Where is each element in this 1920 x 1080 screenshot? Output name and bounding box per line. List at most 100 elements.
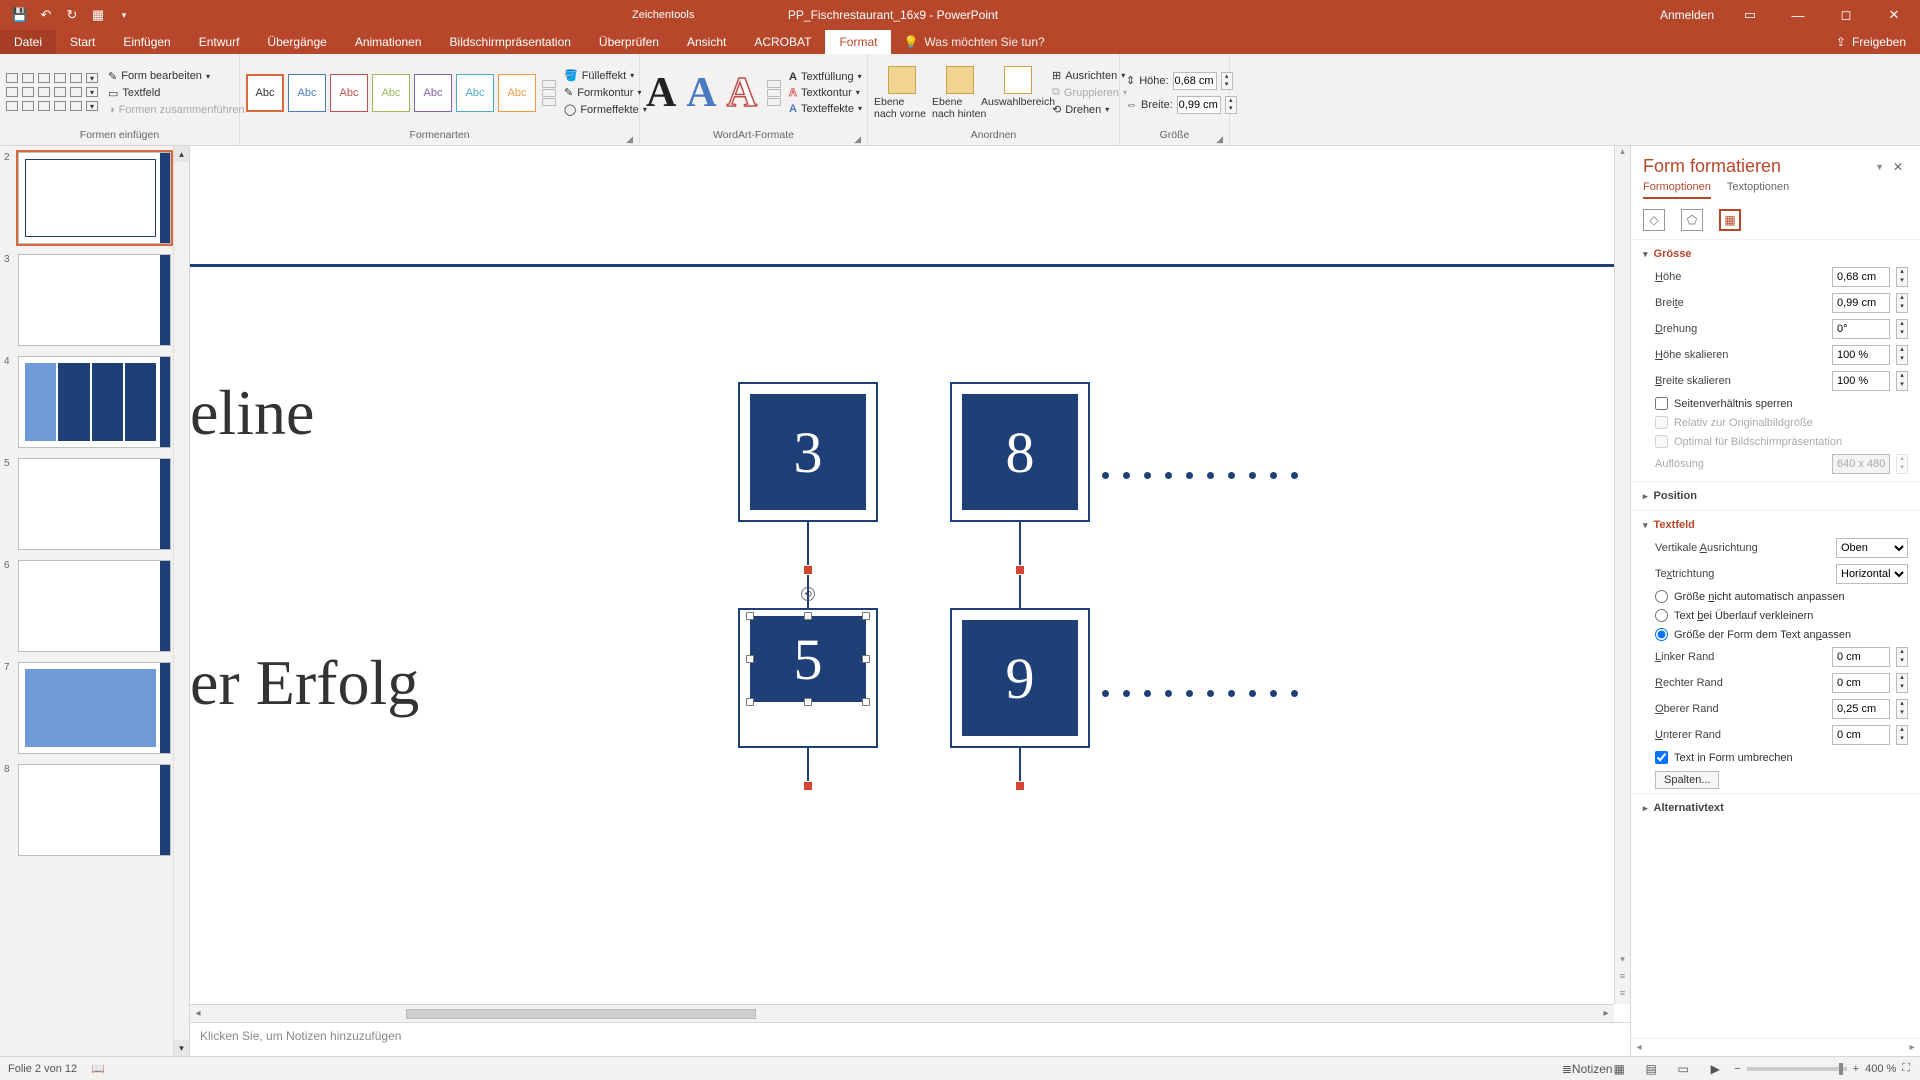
minimize-icon[interactable]: —	[1776, 0, 1820, 30]
spinner[interactable]: ▴▾	[1896, 699, 1908, 719]
text-direction-select[interactable]: Horizontal	[1836, 564, 1908, 584]
text-effects-button[interactable]: ATexteffekte▾	[789, 103, 862, 115]
effects-icon[interactable]: ⬠	[1681, 209, 1703, 231]
zoom-level[interactable]: 400 %	[1865, 1063, 1896, 1075]
textbox-button[interactable]: ▭Textfeld	[108, 87, 253, 100]
selection-handle[interactable]	[746, 698, 754, 706]
autofit-shrink-radio[interactable]	[1655, 609, 1668, 622]
width-input[interactable]	[1177, 96, 1221, 114]
shape-style-gallery[interactable]: Abc Abc Abc Abc Abc Abc Abc	[246, 74, 556, 112]
align-button[interactable]: ⊞Ausrichten▾	[1052, 69, 1127, 82]
section-textbox[interactable]: ▾Textfeld	[1643, 515, 1908, 535]
text-outline-button[interactable]: ATextkontur▾	[789, 87, 862, 99]
thumbnail-2[interactable]: 2	[4, 152, 171, 244]
spellcheck-icon[interactable]: 📖	[91, 1062, 105, 1075]
tell-me[interactable]: 💡 Was möchten Sie tun?	[891, 30, 1044, 54]
qat-customize-icon[interactable]: ▾	[112, 3, 136, 27]
shape-box-5-selected[interactable]: 5	[750, 616, 866, 702]
fill-line-icon[interactable]: ◇	[1643, 209, 1665, 231]
pane-rotation-input[interactable]	[1832, 319, 1890, 339]
margin-top-input[interactable]	[1832, 699, 1890, 719]
connector-handle[interactable]	[803, 565, 813, 575]
undo-icon[interactable]: ↶	[34, 3, 58, 27]
sorter-view-icon[interactable]: ▤	[1638, 1059, 1664, 1079]
edit-shape-button[interactable]: ✎Form bearbeiten▾	[108, 70, 253, 83]
tab-transitions[interactable]: Übergänge	[253, 30, 340, 54]
rotate-button[interactable]: ⟲Drehen▾	[1052, 103, 1127, 116]
thumbnail-5[interactable]: 5	[4, 458, 171, 550]
vertical-scrollbar[interactable]: ▴ ▾ ≡ ≡	[1614, 146, 1630, 1004]
height-control[interactable]: ⇕ Höhe: ▴▾	[1126, 72, 1237, 90]
columns-button[interactable]: Spalten...	[1655, 771, 1719, 789]
slide-canvas[interactable]: eline er Erfolg 3 8 5 ⟲	[190, 146, 1630, 1022]
thumbnail-8[interactable]: 8	[4, 764, 171, 856]
spinner[interactable]: ▴▾	[1896, 725, 1908, 745]
autofit-resize-radio[interactable]	[1655, 628, 1668, 641]
margin-left-input[interactable]	[1832, 647, 1890, 667]
dialog-launcher-icon[interactable]: ◢	[1216, 134, 1223, 145]
group-button[interactable]: ⧉Gruppieren▾	[1052, 86, 1127, 99]
tab-slideshow[interactable]: Bildschirmpräsentation	[436, 30, 585, 54]
size-properties-icon[interactable]: ▦	[1719, 209, 1741, 231]
zoom-slider[interactable]	[1747, 1067, 1847, 1071]
wrap-text-checkbox[interactable]	[1655, 751, 1668, 764]
pane-width-input[interactable]	[1832, 293, 1890, 313]
width-control[interactable]: ⇔ Breite: ▴▾	[1126, 96, 1237, 114]
tab-acrobat[interactable]: ACROBAT	[740, 30, 825, 54]
shape-box-3[interactable]: 3	[750, 394, 866, 510]
reading-view-icon[interactable]: ▭	[1670, 1059, 1696, 1079]
thumbnail-6[interactable]: 6	[4, 560, 171, 652]
thumbnail-4[interactable]: 4	[4, 356, 171, 448]
selection-pane-button[interactable]: Auswahlbereich	[990, 66, 1046, 120]
connector-handle[interactable]	[1015, 565, 1025, 575]
selection-handle[interactable]	[862, 612, 870, 620]
fit-to-window-icon[interactable]: ⛶	[1902, 1062, 1910, 1075]
vertical-align-select[interactable]: Oben	[1836, 538, 1908, 558]
section-position[interactable]: ▸Position	[1643, 486, 1908, 506]
pane-tab-text-options[interactable]: Textoptionen	[1727, 181, 1789, 199]
shape-box-8[interactable]: 8	[962, 394, 1078, 510]
tab-view[interactable]: Ansicht	[673, 30, 740, 54]
merge-shapes-button[interactable]: ◑Formen zusammenführen▾	[108, 104, 253, 116]
normal-view-icon[interactable]: ▦	[1606, 1059, 1632, 1079]
shape-fill-button[interactable]: 🪣Fülleffekt▾	[564, 69, 647, 82]
spinner[interactable]: ▴▾	[1896, 371, 1908, 391]
height-input[interactable]	[1173, 72, 1217, 90]
sign-in-link[interactable]: Anmelden	[1650, 8, 1724, 22]
slideshow-view-icon[interactable]: ▶	[1702, 1059, 1728, 1079]
style-gallery-more[interactable]	[542, 74, 556, 112]
connector-handle[interactable]	[803, 781, 813, 791]
pane-tab-shape-options[interactable]: Formoptionen	[1643, 181, 1711, 199]
selection-handle[interactable]	[746, 655, 754, 663]
tab-file[interactable]: Datei	[0, 30, 56, 54]
spinner[interactable]: ▴▾	[1896, 319, 1908, 339]
selection-handle[interactable]	[804, 698, 812, 706]
pane-height-input[interactable]	[1832, 267, 1890, 287]
pane-dropdown-icon[interactable]: ▼	[1871, 158, 1888, 176]
ribbon-display-options-icon[interactable]: ▭	[1728, 0, 1772, 30]
dialog-launcher-icon[interactable]: ◢	[626, 134, 633, 145]
thumbnail-7[interactable]: 7	[4, 662, 171, 754]
bring-forward-button[interactable]: Ebene nach vorne	[874, 66, 930, 120]
notes-toggle[interactable]: ≣ Notizen	[1574, 1059, 1600, 1079]
maximize-icon[interactable]: ◻	[1824, 0, 1868, 30]
connector-handle[interactable]	[1015, 781, 1025, 791]
spinner[interactable]: ▴▾	[1896, 673, 1908, 693]
zoom-in-icon[interactable]: +	[1853, 1063, 1859, 1075]
start-from-beginning-icon[interactable]: ▦	[86, 3, 110, 27]
send-backward-button[interactable]: Ebene nach hinten	[932, 66, 988, 120]
autofit-none-radio[interactable]	[1655, 590, 1668, 603]
tab-design[interactable]: Entwurf	[185, 30, 254, 54]
close-icon[interactable]: ✕	[1872, 0, 1916, 30]
shape-effects-button[interactable]: ◯Formeffekte▾	[564, 103, 647, 116]
save-icon[interactable]: 💾	[8, 3, 32, 27]
tab-animations[interactable]: Animationen	[341, 30, 436, 54]
selection-handle[interactable]	[804, 612, 812, 620]
wordart-gallery[interactable]: A A A	[646, 72, 781, 114]
spinner[interactable]: ▴▾	[1225, 96, 1237, 114]
zoom-out-icon[interactable]: −	[1734, 1063, 1740, 1075]
tab-start[interactable]: Start	[56, 30, 109, 54]
shape-box-9[interactable]: 9	[962, 620, 1078, 736]
tab-insert[interactable]: Einfügen	[109, 30, 184, 54]
dialog-launcher-icon[interactable]: ◢	[854, 134, 861, 145]
